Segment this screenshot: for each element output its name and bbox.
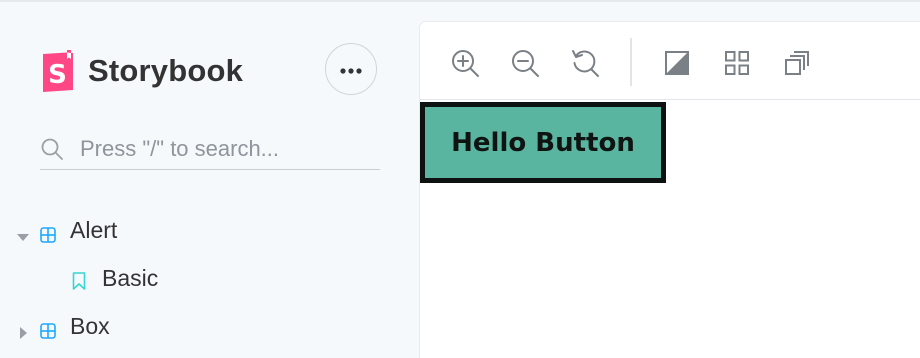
zoom-out-icon[interactable] xyxy=(510,48,540,78)
tree-item-alert[interactable]: Alert xyxy=(16,210,117,250)
caret-down-icon[interactable] xyxy=(16,223,30,241)
storybook-logo-icon: S xyxy=(40,50,74,92)
component-icon xyxy=(40,222,56,243)
search-bar xyxy=(40,128,380,170)
tree-item-basic[interactable]: Basic xyxy=(72,258,158,298)
preview-toolbar xyxy=(420,22,920,100)
ellipsis-icon xyxy=(340,62,362,77)
svg-text:S: S xyxy=(48,60,67,90)
outline-icon[interactable] xyxy=(782,48,812,78)
storybook-app: S Storybook Press "/" to search... Alert… xyxy=(0,0,920,358)
brand-name: Storybook xyxy=(88,53,244,88)
bookmark-icon xyxy=(72,269,86,290)
component-icon xyxy=(40,318,56,339)
story-canvas: Hello Button xyxy=(420,100,920,358)
hello-button[interactable]: Hello Button xyxy=(420,102,666,183)
tree-item-label: Box xyxy=(70,312,110,339)
sidebar-menu-button[interactable] xyxy=(325,43,377,95)
tree-item-box[interactable]: Box xyxy=(16,306,110,346)
search-input[interactable] xyxy=(80,135,360,162)
toolbar-divider xyxy=(630,38,632,86)
search-icon xyxy=(40,137,64,161)
zoom-in-icon[interactable] xyxy=(450,48,480,78)
sidebar: S Storybook Press "/" to search... Alert… xyxy=(0,0,410,358)
reset-zoom-icon[interactable] xyxy=(570,48,600,78)
brand[interactable]: S Storybook xyxy=(40,50,243,92)
tree-item-label: Alert xyxy=(70,216,118,243)
grid-icon[interactable] xyxy=(722,48,752,78)
preview-panel: Hello Button xyxy=(420,22,920,358)
background-icon[interactable] xyxy=(662,48,692,78)
tree-item-label: Basic xyxy=(102,264,159,291)
caret-right-icon[interactable] xyxy=(16,319,30,339)
